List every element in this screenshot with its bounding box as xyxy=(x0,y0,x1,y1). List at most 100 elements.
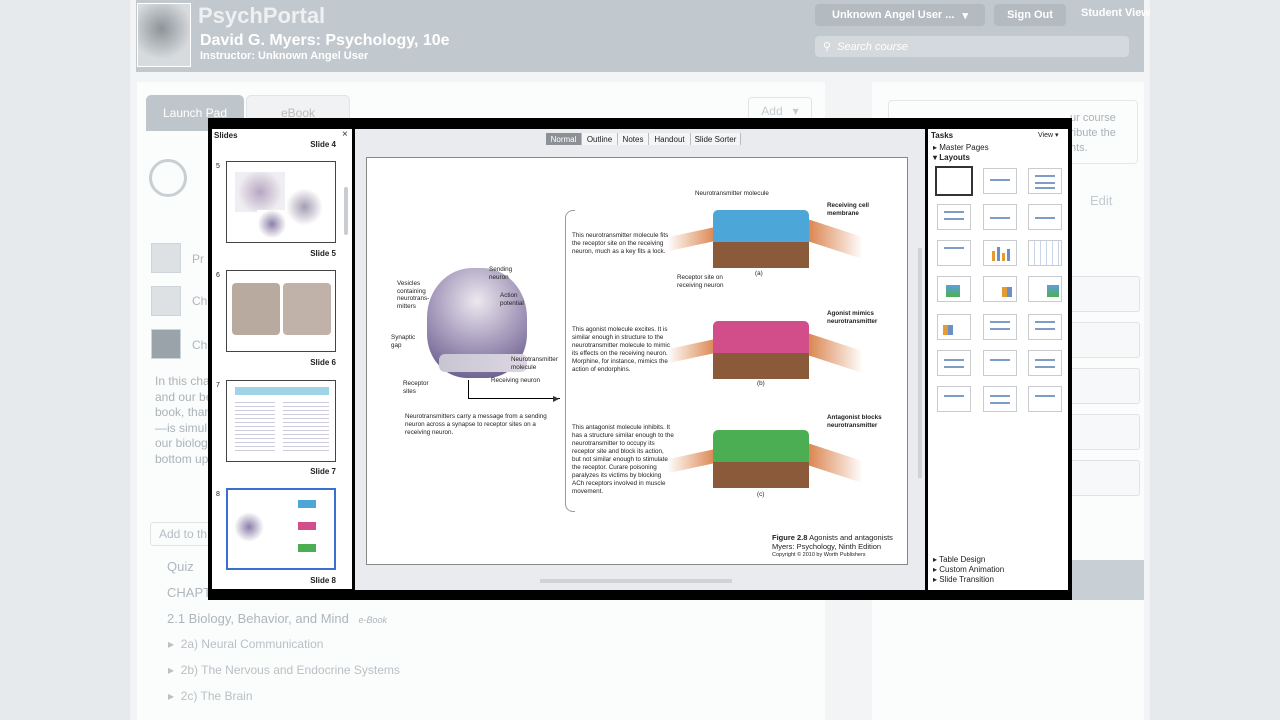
layout-two-content[interactable] xyxy=(937,204,971,230)
tasks-view-menu[interactable]: View ▾ xyxy=(1038,131,1059,139)
slide-number: 6 xyxy=(216,272,220,279)
intro-line: In this cha xyxy=(155,374,210,388)
figure-number: Figure 2.8 xyxy=(772,533,808,542)
search-input[interactable]: ⚲ Search course xyxy=(815,36,1129,57)
slide-thumbnail[interactable] xyxy=(226,380,336,462)
layout-footer-2[interactable] xyxy=(983,386,1017,412)
slide-canvas: ▶ Sending neuron Action potential Vesicl… xyxy=(366,157,908,565)
layout-footer[interactable] xyxy=(937,386,971,412)
task-label: Table Design xyxy=(939,555,986,564)
editor-horizontal-scrollbar[interactable] xyxy=(540,579,732,583)
student-view-link[interactable]: Student View xyxy=(1081,7,1150,19)
info-text: ur course ribute the nts. xyxy=(1070,111,1116,156)
task-table-design[interactable]: ▸ Table Design xyxy=(933,555,985,564)
task-slide-transition[interactable]: ▸ Slide Transition xyxy=(933,575,994,584)
arrow-line xyxy=(468,398,560,399)
label-receptor-sites: Receptor sites xyxy=(403,380,429,395)
layout-list[interactable] xyxy=(983,314,1017,340)
section-label: 2.1 Biology, Behavior, and Mind xyxy=(167,611,349,626)
outline-label: 2c) The Brain xyxy=(180,689,253,703)
layout-title-text[interactable] xyxy=(983,204,1017,230)
clock-icon xyxy=(149,159,187,197)
label-receptor: Receptor site on receiving neuron xyxy=(677,274,724,289)
layout-table[interactable] xyxy=(1028,240,1062,266)
layouts-grid xyxy=(933,164,1067,416)
intro-line: our biolog xyxy=(155,436,208,450)
ebook-badge: e-Book xyxy=(358,615,388,625)
figure-title: Agonists and antagonists xyxy=(809,533,893,542)
slide-label: Slide 6 xyxy=(310,358,336,367)
arrow-right-icon: ▶ xyxy=(553,394,560,403)
editor-vertical-scrollbar[interactable] xyxy=(918,248,922,478)
outline-item[interactable]: ▸ 2c) The Brain xyxy=(168,689,253,703)
membrane-right xyxy=(807,218,863,260)
slide-thumbnail-selected[interactable] xyxy=(226,488,336,570)
task-label: Custom Animation xyxy=(939,565,1005,574)
outline-item[interactable]: ▸ 2b) The Nervous and Endocrine Systems xyxy=(168,663,400,677)
search-icon: ⚲ xyxy=(823,41,832,53)
quiz-link[interactable]: Quiz xyxy=(167,559,194,574)
panel-c: (c) xyxy=(757,491,765,498)
layout-title-top[interactable] xyxy=(937,240,971,266)
item-title[interactable]: Ch xyxy=(192,294,207,308)
caret-down-icon: ▾ xyxy=(933,153,938,162)
caret-right-icon: ▸ xyxy=(168,663,175,677)
caption-left: Neurotransmitters carry a message from a… xyxy=(405,413,547,436)
layout-text-picture[interactable] xyxy=(1028,276,1062,302)
slide-thumbnail[interactable] xyxy=(226,270,336,352)
outline-label: 2b) The Nervous and Endocrine Systems xyxy=(180,663,400,677)
caret-right-icon: ▸ xyxy=(933,143,938,152)
sign-out-button[interactable]: Sign Out xyxy=(994,4,1066,26)
layout-four-columns[interactable] xyxy=(1028,386,1062,412)
close-icon[interactable]: × xyxy=(342,129,348,140)
task-custom-animation[interactable]: ▸ Custom Animation xyxy=(933,565,1004,574)
label-nt-molecule: Neurotransmitter molecule xyxy=(511,356,558,371)
layout-title-content[interactable] xyxy=(1028,168,1062,194)
layout-text-block-2[interactable] xyxy=(983,350,1017,376)
edit-link[interactable]: Edit xyxy=(1090,193,1112,208)
layout-chart[interactable] xyxy=(983,240,1017,266)
slides-scrollbar[interactable] xyxy=(344,187,348,235)
task-layouts[interactable]: ▾ Layouts xyxy=(933,153,970,162)
outline-label: 2a) Neural Communication xyxy=(180,637,324,651)
layout-title-only[interactable] xyxy=(983,168,1017,194)
item-title[interactable]: Pr xyxy=(192,252,204,266)
tab-notes[interactable]: Notes xyxy=(618,133,649,145)
task-master-pages[interactable]: ▸ Master Pages xyxy=(933,143,989,152)
layout-text-block-3[interactable] xyxy=(1028,350,1062,376)
layout-chart-text[interactable] xyxy=(937,314,971,340)
layout-picture[interactable] xyxy=(937,276,971,302)
brand-name: PsychPortal xyxy=(198,3,326,28)
caret-right-icon: ▸ xyxy=(933,575,938,584)
layout-list-2[interactable] xyxy=(1028,314,1062,340)
tab-slide-sorter[interactable]: Slide Sorter xyxy=(691,133,741,145)
outline-item[interactable]: ▸ 2a) Neural Communication xyxy=(168,637,323,651)
receptor-base xyxy=(713,353,809,379)
item-title[interactable]: Ch xyxy=(192,338,207,352)
intro-line: book, than xyxy=(155,405,212,419)
membrane-right xyxy=(807,442,863,484)
item-thumbnail xyxy=(151,329,181,359)
label-agonist: Agonist mimics neurotransmitter xyxy=(827,310,878,325)
tab-outline[interactable]: Outline xyxy=(582,133,618,145)
nt-molecule-block xyxy=(713,210,809,246)
layout-blank[interactable] xyxy=(935,166,973,196)
section-title[interactable]: 2.1 Biology, Behavior, and Mind e-Book xyxy=(167,611,387,626)
layout-text-chart[interactable] xyxy=(983,276,1017,302)
item-thumbnail xyxy=(151,243,181,273)
slide-thumbnail[interactable] xyxy=(226,161,336,243)
slide-number: 5 xyxy=(216,163,220,170)
add-label: Add xyxy=(761,104,783,118)
tab-handout[interactable]: Handout xyxy=(649,133,691,145)
label-receiving-membrane: Receiving cell membrane xyxy=(827,202,869,217)
layout-title-bar[interactable] xyxy=(1028,204,1062,230)
receptor-base xyxy=(713,462,809,488)
layout-text-block[interactable] xyxy=(937,350,971,376)
membrane-left xyxy=(667,448,717,474)
task-label: Master Pages xyxy=(939,143,989,152)
user-menu-button[interactable]: Unknown Angel User ... ▾ xyxy=(815,4,985,26)
label-sending: Sending neuron xyxy=(489,266,513,281)
tab-normal[interactable]: Normal xyxy=(546,133,582,145)
intro-line: and our be xyxy=(155,389,213,404)
figure-copyright: Copyright © 2010 by Worth Publishers xyxy=(772,552,866,558)
